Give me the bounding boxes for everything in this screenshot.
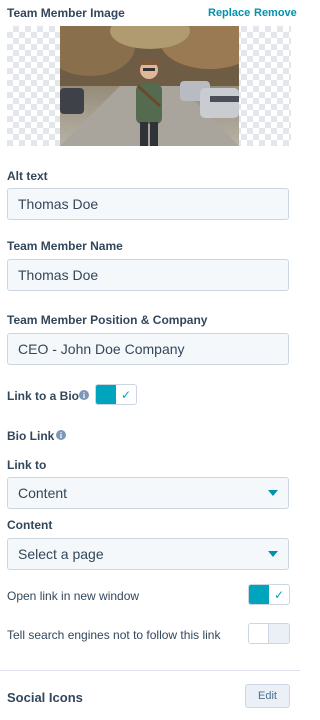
social-icons-label: Social Icons: [7, 690, 83, 705]
content-label: Content: [7, 518, 53, 532]
info-icon: i: [79, 390, 89, 400]
toggle-knob: [249, 624, 269, 643]
position-label: Team Member Position & Company: [7, 313, 208, 327]
chevron-down-icon: [268, 490, 278, 496]
name-input[interactable]: Thomas Doe: [7, 259, 289, 291]
link-to-select[interactable]: Content: [7, 477, 289, 509]
content-select[interactable]: Select a page: [7, 538, 289, 570]
toggle-on-track: [96, 385, 116, 404]
position-value: CEO - John Doe Company: [18, 341, 185, 357]
chevron-down-icon: [268, 551, 278, 557]
toggle-off-track: [269, 624, 289, 643]
team-member-photo: [60, 26, 239, 146]
image-preview[interactable]: [7, 26, 291, 146]
link-to-value: Content: [18, 485, 68, 501]
check-icon: ✓: [116, 385, 136, 404]
nofollow-toggle[interactable]: [248, 623, 290, 644]
remove-button[interactable]: Remove: [254, 7, 297, 19]
bio-link-label: Bio Link: [7, 429, 55, 443]
image-section-label: Team Member Image: [7, 6, 125, 20]
toggle-on-track: [249, 585, 269, 604]
alt-text-input[interactable]: Thomas Doe: [7, 188, 289, 220]
alt-text-label: Alt text: [7, 169, 48, 183]
open-new-window-label: Open link in new window: [7, 589, 140, 603]
name-value: Thomas Doe: [18, 267, 99, 283]
link-to-bio-label: Link to a Bio: [7, 389, 79, 403]
position-input[interactable]: CEO - John Doe Company: [7, 333, 289, 365]
link-to-bio-toggle[interactable]: ✓: [95, 384, 137, 405]
name-label: Team Member Name: [7, 239, 123, 253]
check-icon: ✓: [269, 585, 289, 604]
section-divider: [0, 670, 300, 671]
alt-text-value: Thomas Doe: [18, 196, 99, 212]
edit-social-icons-button[interactable]: Edit: [245, 684, 290, 708]
info-icon: i: [56, 430, 66, 440]
link-to-label: Link to: [7, 458, 47, 472]
nofollow-label: Tell search engines not to follow this l…: [7, 628, 221, 642]
replace-button[interactable]: Replace: [208, 7, 250, 19]
content-placeholder: Select a page: [18, 546, 104, 562]
open-new-window-toggle[interactable]: ✓: [248, 584, 290, 605]
